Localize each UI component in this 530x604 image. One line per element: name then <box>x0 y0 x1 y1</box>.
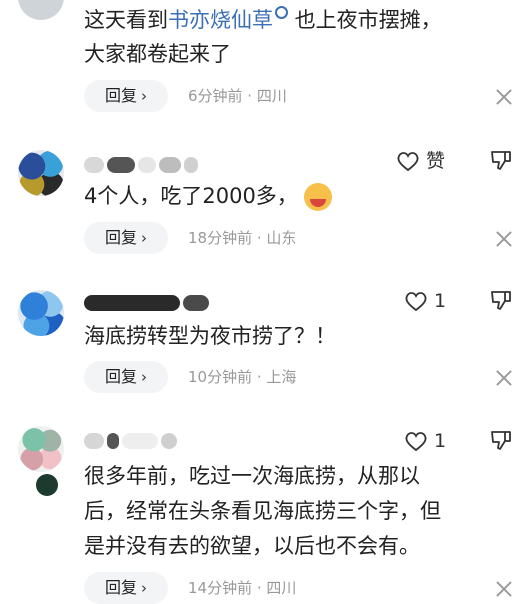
close-icon[interactable] <box>494 87 514 107</box>
comment-meta: 14分钟前 · 四川 <box>188 579 297 597</box>
comment-meta: 6分钟前 · 四川 <box>188 87 287 105</box>
username-blurred[interactable] <box>84 154 201 173</box>
heart-icon <box>397 151 419 171</box>
chevron-right-icon: › <box>141 229 147 247</box>
comment-text: 海底捞转型为夜市捞了？！ <box>84 324 336 348</box>
chevron-right-icon: › <box>141 368 147 386</box>
avatar[interactable] <box>18 426 64 472</box>
comment-text-line2: 大家都卷起来了 <box>84 42 231 66</box>
comment-meta: 18分钟前 · 山东 <box>188 229 297 247</box>
close-icon[interactable] <box>494 229 514 249</box>
comment-meta: 10分钟前 · 上海 <box>188 368 297 386</box>
avatar-badge <box>36 474 58 496</box>
topic-link[interactable]: 书亦烧仙草 <box>168 8 273 32</box>
comment-text-line: 很多年前，吃过一次海底捞，从那以 <box>84 464 420 488</box>
reply-button[interactable]: 回复 › <box>84 222 168 254</box>
reply-button[interactable]: 回复 › <box>84 80 168 112</box>
like-button[interactable]: 1 <box>404 288 446 312</box>
heart-icon <box>405 431 427 451</box>
dislike-icon[interactable] <box>490 429 512 451</box>
face-emoji <box>303 183 332 211</box>
reply-button[interactable]: 回复 › <box>84 572 168 604</box>
dislike-icon[interactable] <box>490 289 512 311</box>
heart-icon <box>405 291 427 311</box>
reply-button[interactable]: 回复 › <box>84 361 168 393</box>
avatar[interactable] <box>18 290 64 336</box>
like-button[interactable]: 赞 <box>396 148 445 172</box>
username-blurred[interactable] <box>84 430 180 449</box>
search-icon[interactable] <box>275 6 288 19</box>
comment-text-line: 后，经常在头条看见海底捞三个字，但 <box>84 499 441 523</box>
like-button[interactable]: 1 <box>404 428 446 452</box>
comment-text-line: 是并没有去的欲望，以后也不会有。 <box>84 534 420 558</box>
avatar[interactable] <box>18 150 64 196</box>
comment-text: 4个人，吃了2000多， <box>84 180 332 213</box>
avatar[interactable] <box>18 0 64 20</box>
username-blurred[interactable] <box>84 292 212 311</box>
chevron-right-icon: › <box>141 87 147 105</box>
close-icon[interactable] <box>494 579 514 599</box>
chevron-right-icon: › <box>141 579 147 597</box>
dislike-icon[interactable] <box>490 149 512 171</box>
comment-text: 这天看到书亦烧仙草 也上夜市摆摊， <box>84 6 442 32</box>
close-icon[interactable] <box>494 368 514 388</box>
